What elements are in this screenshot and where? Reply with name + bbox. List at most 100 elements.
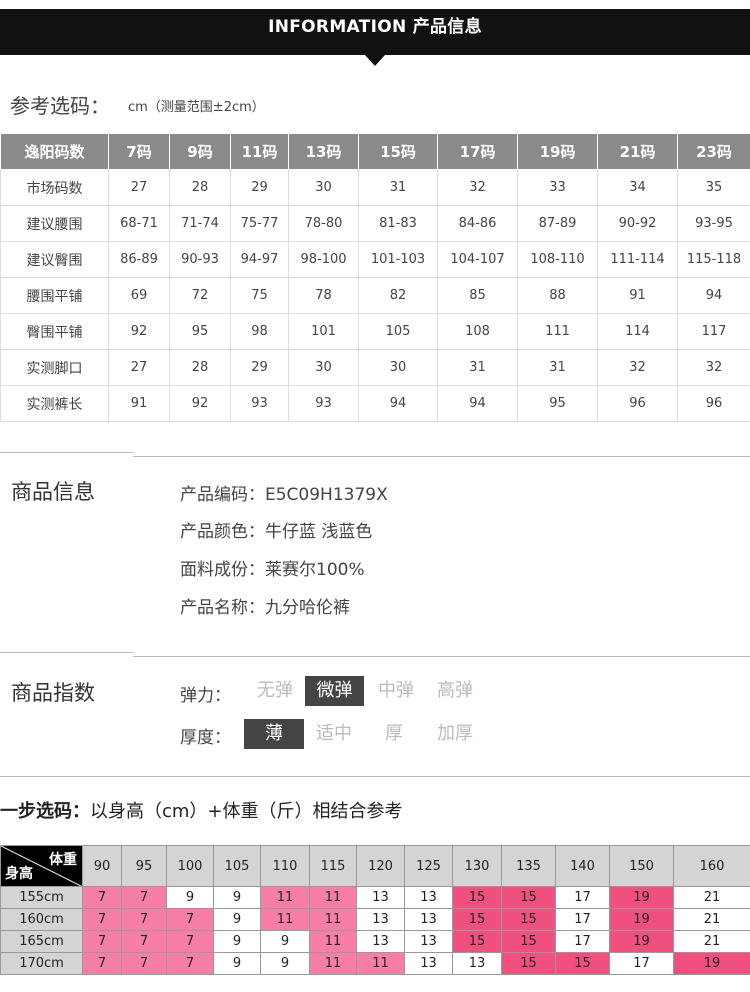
elasticity-option: 微弹 [305,676,364,706]
table-cell: 31 [517,349,598,386]
table-cell: 34 [597,169,678,206]
size-header-cell: 7码 [108,133,170,170]
table-cell: 115-118 [677,241,750,278]
size-cell: 7 [82,886,122,909]
size-cell: 21 [673,886,750,909]
table-cell: 35 [677,169,750,206]
table-cell: 75-77 [230,205,289,242]
size-header-cell: 9码 [169,133,231,170]
table-cell: 31 [358,169,438,206]
row-label: 实测裤长 [0,385,109,422]
size-cell: 13 [404,886,453,909]
size-cell: 21 [673,908,750,931]
size-cell: 7 [82,952,122,975]
table-row: 155cm 7 7 9 9 11 11 13 13 15 15 17 19 21 [0,886,750,909]
table-cell: 32 [677,349,750,386]
size-header-cell: 21码 [597,133,678,170]
table-cell: 72 [169,277,231,314]
table-cell: 88 [517,277,598,314]
size-cell: 17 [555,908,610,931]
divider [0,776,750,777]
step-title-bold: 一步选码： [0,801,90,822]
table-row: 160cm 7 7 7 9 11 11 13 13 15 15 17 19 21 [0,908,750,931]
size-cell: 7 [166,930,214,953]
table-cell: 31 [437,349,518,386]
size-cell: 13 [404,908,453,931]
table-cell: 114 [597,313,678,350]
elasticity-option: 中弹 [378,680,414,701]
table-cell: 96 [597,385,678,422]
weight-header-cell: 100 [166,845,214,887]
size-cell: 15 [452,886,502,909]
size-cell: 17 [555,886,610,909]
table-cell: 108-110 [517,241,598,278]
table-row: 腰围平铺 69 72 75 78 82 85 88 91 94 [0,277,750,314]
size-table: 逸阳码数 7码 9码 11码 13码 15码 17码 19码 21码 23码 市场码数 27 28 29… [0,133,750,422]
size-cell: 9 [260,952,310,975]
size-cell: 9 [260,930,310,953]
size-header-cell: 17码 [437,133,518,170]
size-cell: 13 [356,908,405,931]
weight-header-cell: 105 [213,845,261,887]
size-cell: 21 [673,930,750,953]
size-cell: 7 [121,952,167,975]
product-color: 产品颜色：牛仔蓝 浅蓝色 [180,522,373,542]
size-cell: 7 [121,908,167,931]
table-cell: 95 [169,313,231,350]
product-index-title: 商品指数 [11,681,95,705]
table-cell: 30 [288,349,359,386]
weight-header-cell: 130 [452,845,502,887]
step-title: 一步选码：以身高（cm）+体重（斤）相结合参考 [0,797,403,823]
size-cell: 7 [82,908,122,931]
table-cell: 93 [230,385,289,422]
corner-weight-label: 体重 [49,852,77,868]
table-row: 臀围平铺 92 95 98 101 105 108 111 114 117 [0,313,750,350]
size-header-cell: 11码 [230,133,289,170]
table-cell: 92 [169,385,231,422]
table-cell: 30 [358,349,438,386]
size-cell: 9 [166,886,214,909]
size-cell: 13 [452,952,502,975]
table-row: 实测脚口 27 28 29 30 30 31 31 32 32 [0,349,750,386]
table-cell: 108 [437,313,518,350]
size-table-header: 逸阳码数 7码 9码 11码 13码 15码 17码 19码 21码 23码 [0,133,750,170]
table-cell: 30 [288,169,359,206]
hw-table-header: 体重 身高 90 95 100 105 110 115 120 125 130 135 140 150… [0,845,750,887]
table-cell: 111-114 [597,241,678,278]
size-cell: 11 [309,908,357,931]
table-cell: 68-71 [108,205,170,242]
weight-header-cell: 150 [609,845,674,887]
table-cell: 81-83 [358,205,438,242]
size-cell: 11 [260,886,310,909]
size-cell: 15 [555,952,610,975]
table-cell: 84-86 [437,205,518,242]
size-cell: 15 [501,908,556,931]
table-cell: 104-107 [437,241,518,278]
thickness-option: 薄 [244,719,304,749]
table-cell: 85 [437,277,518,314]
table-cell: 82 [358,277,438,314]
table-cell: 91 [597,277,678,314]
size-cell: 13 [404,930,453,953]
size-cell: 17 [555,930,610,953]
size-cell: 15 [452,930,502,953]
size-cell: 9 [213,952,261,975]
size-cell: 19 [609,908,674,931]
size-cell: 9 [213,886,261,909]
weight-header-cell: 160 [673,845,750,887]
table-cell: 94 [677,277,750,314]
elasticity-option: 高弹 [437,680,473,701]
weight-header-cell: 90 [82,845,122,887]
table-cell: 94 [437,385,518,422]
hw-table-body: 155cm 7 7 9 9 11 11 13 13 15 15 17 19 21 160cm 7 7 7 9 11 11… [0,886,750,975]
weight-header-cell: 95 [121,845,167,887]
size-header-cell: 逸阳码数 [0,133,109,170]
divider [0,652,133,653]
table-cell: 95 [517,385,598,422]
product-info-title: 商品信息 [11,480,95,504]
divider [0,452,133,453]
table-cell: 29 [230,169,289,206]
thickness-option: 适中 [316,723,352,744]
table-cell: 94-97 [230,241,289,278]
size-cell: 11 [260,908,310,931]
